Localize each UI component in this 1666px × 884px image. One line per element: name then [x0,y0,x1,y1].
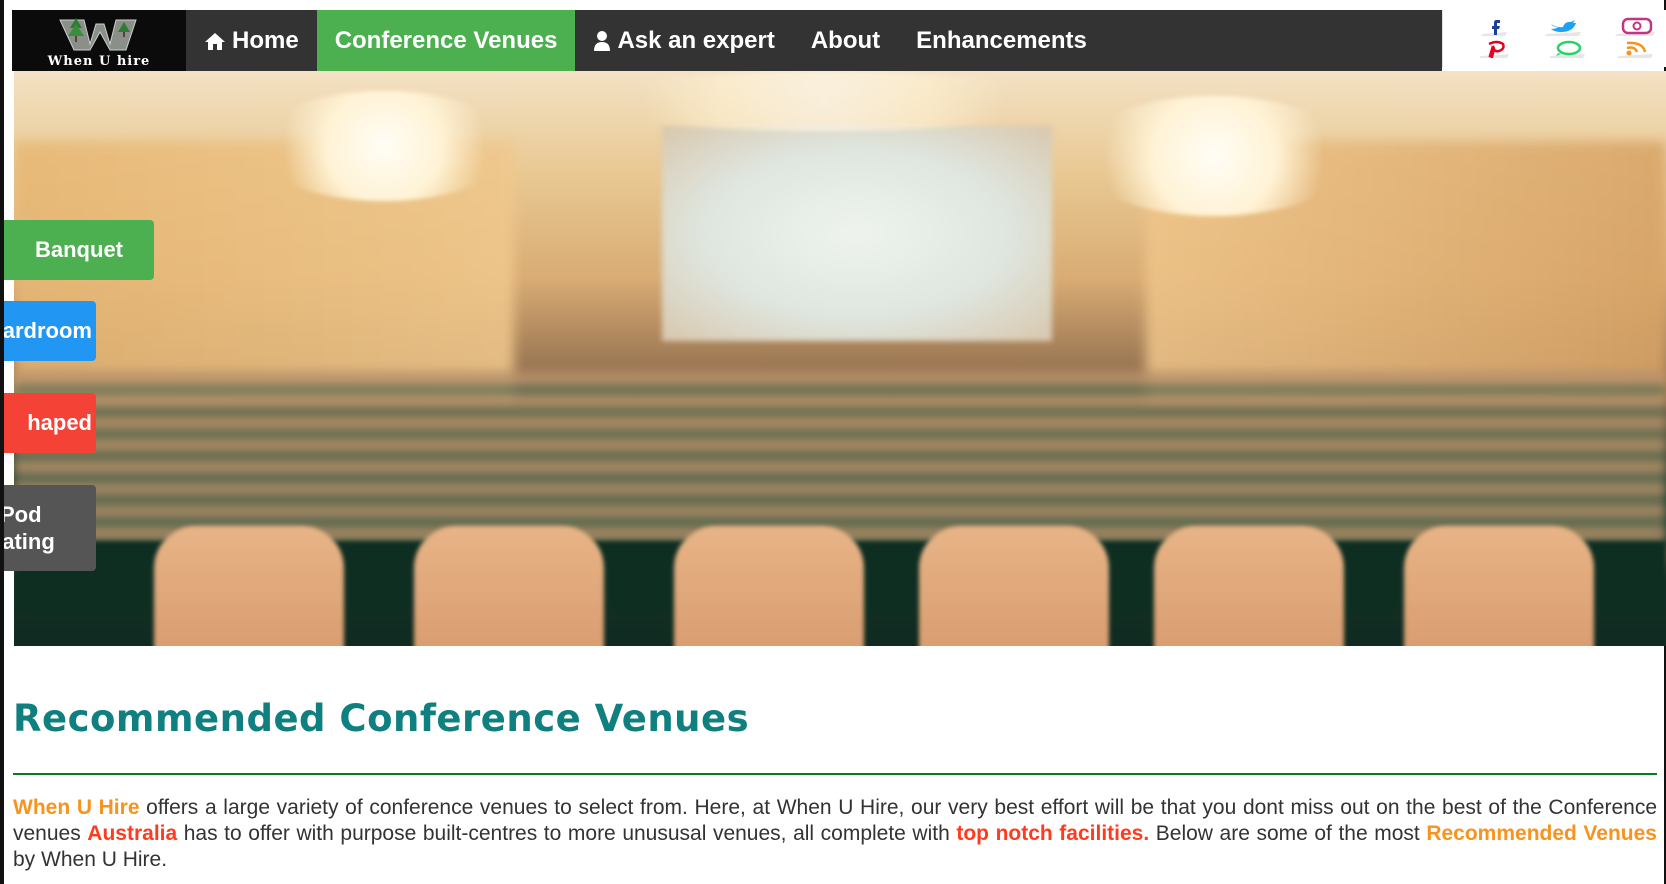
australia-highlight: Australia [87,822,178,845]
twitter-icon[interactable] [1543,18,1583,36]
hero-chandelier-right [1074,96,1354,216]
facebook-icon[interactable] [1479,18,1509,36]
pinterest-icon[interactable] [1477,40,1511,58]
page-heading: Recommended Conference Venues [13,697,750,740]
side-tab-u-shaped-label: haped [27,410,92,435]
hero-chair [919,526,1109,646]
heading-divider [13,773,1657,775]
instagram-icon[interactable] [1613,16,1657,36]
nav-enhancements[interactable]: Enhancements [898,10,1105,71]
hero-chair [674,526,864,646]
nav-conference-venues-label: Conference Venues [334,26,558,54]
intro-paragraph: When U Hire offers a large variety of co… [13,795,1657,873]
recommended-highlight: Recommended Venues [1426,822,1657,845]
side-tab-boardroom[interactable]: ardroom [4,301,96,361]
facilities-highlight: top notch facilities. [956,822,1150,845]
side-tab-pod-seating-line1: Pod [4,502,42,527]
logo-mark-icon [59,18,137,51]
user-icon [593,30,611,52]
intro-text-4: by When U Hire. [13,848,168,871]
whatsapp-icon[interactable] [1547,40,1587,58]
home-icon [204,31,226,51]
hero-chair [154,526,344,646]
side-tab-u-shaped[interactable]: haped [4,393,96,453]
top-navbar: When U hire Home Conference Venues Ask a… [12,10,1442,71]
hero-chair [1154,526,1344,646]
hero-conference-hall-image [14,71,1666,646]
side-tab-boardroom-label: ardroom [4,318,92,343]
hero-chandelier-left [254,91,514,201]
rss-icon[interactable] [1615,40,1655,58]
side-tab-banquet-label: Banquet [35,237,123,262]
brand-highlight: When U Hire [13,796,140,819]
site-logo[interactable]: When U hire [12,10,186,71]
nav-ask-an-expert[interactable]: Ask an expert [575,10,792,71]
nav-about[interactable]: About [793,10,898,71]
hero-chair [414,526,604,646]
side-tab-banquet[interactable]: Banquet [4,220,154,280]
social-links [1442,10,1666,67]
intro-text-2: has to offer with purpose built-centres … [177,822,957,845]
nav-enhancements-label: Enhancements [916,26,1087,54]
nav-ask-an-expert-label: Ask an expert [617,26,775,54]
intro-text-3: Below are some of the most [1149,822,1427,845]
nav-about-label: About [810,26,881,54]
hero-chair [1404,526,1594,646]
nav-conference-venues[interactable]: Conference Venues [316,10,576,71]
side-tab-pod-seating-line2: eating [4,529,55,554]
nav-home[interactable]: Home [186,10,317,71]
hero-projection-screen [662,126,1052,341]
side-tab-pod-seating[interactable]: Pod eating [4,485,96,571]
nav-home-label: Home [232,26,299,54]
hero-ceiling-lights [574,71,1074,131]
logo-text: When U hire [47,54,151,69]
